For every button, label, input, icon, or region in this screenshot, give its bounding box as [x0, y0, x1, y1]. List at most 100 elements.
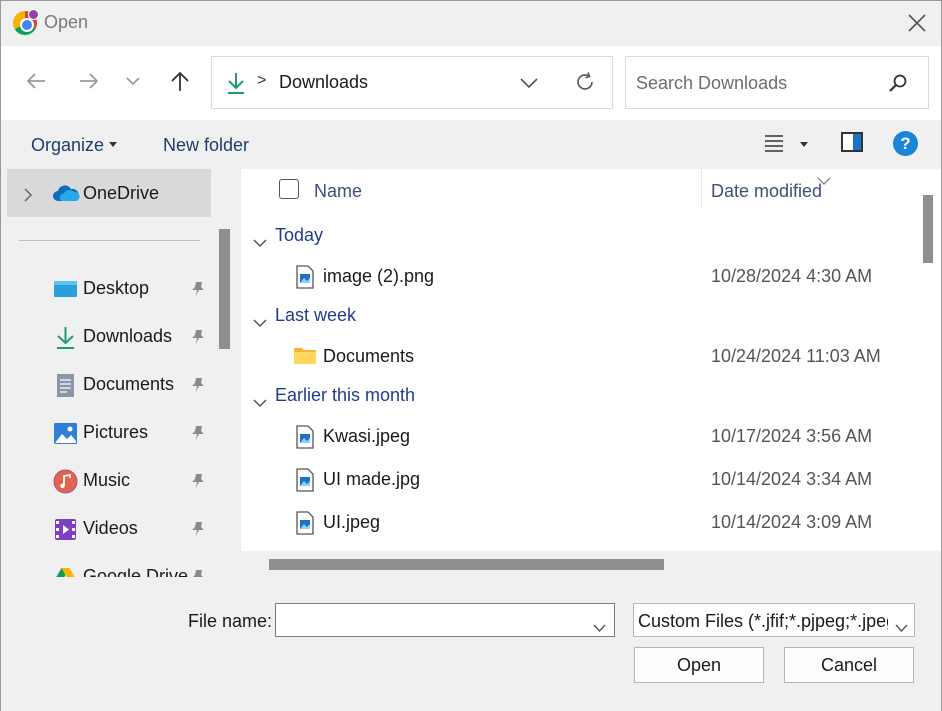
- file-date-modified: 10/28/2024 4:30 AM: [711, 266, 873, 286]
- organize-button[interactable]: Organize: [31, 135, 104, 156]
- sidebar-item-onedrive[interactable]: OneDrive: [7, 169, 211, 217]
- sidebar-item-label: Videos: [83, 518, 138, 538]
- group-header-last-week[interactable]: Last week: [241, 299, 915, 335]
- cancel-button[interactable]: Cancel: [784, 647, 914, 683]
- pin-icon[interactable]: [190, 377, 206, 398]
- search-box[interactable]: [625, 56, 929, 109]
- downloads-icon: [53, 325, 78, 350]
- column-divider[interactable]: [701, 169, 702, 209]
- command-bar: Organize New folder ?: [1, 120, 941, 169]
- chevron-down-icon[interactable]: [520, 73, 538, 94]
- pin-icon[interactable]: [190, 425, 206, 446]
- file-date-modified: 10/14/2024 3:34 AM: [711, 469, 873, 489]
- navigation-bar: > Downloads: [1, 46, 941, 120]
- view-options-caret-icon[interactable]: [800, 142, 808, 147]
- open-button[interactable]: Open: [634, 647, 764, 683]
- search-input[interactable]: [636, 71, 876, 95]
- sidebar-item-label: Music: [83, 470, 131, 490]
- chevron-down-icon[interactable]: [253, 392, 267, 413]
- help-icon[interactable]: ?: [893, 131, 918, 156]
- sidebar-item-documents[interactable]: Documents: [1, 365, 213, 405]
- file-name: Documents: [323, 346, 415, 366]
- list-view-icon[interactable]: [764, 134, 784, 157]
- file-row[interactable]: Kwasi.jpeg 10/17/2024 3:56 AM: [241, 417, 915, 457]
- google-drive-icon: [53, 565, 78, 577]
- recent-locations-chevron-down-icon[interactable]: [120, 68, 146, 94]
- chevron-down-icon[interactable]: [593, 616, 606, 637]
- sidebar-item-google-drive[interactable]: Google Drive: [1, 557, 213, 577]
- group-label: Today: [275, 225, 324, 245]
- close-icon[interactable]: [907, 13, 927, 33]
- file-type-value: Custom Files (*.jfif;*.pjpeg;*.jpeg: [638, 611, 888, 631]
- file-date-modified: 10/17/2024 3:56 AM: [711, 426, 873, 446]
- pin-icon[interactable]: [190, 521, 206, 542]
- file-name: Kwasi.jpeg: [323, 426, 411, 446]
- chevron-right-icon[interactable]: [23, 186, 33, 207]
- sidebar-item-music[interactable]: Music: [1, 461, 213, 501]
- chevron-down-icon[interactable]: [253, 232, 267, 253]
- arrow-left-icon[interactable]: [23, 68, 49, 94]
- music-icon: [53, 469, 78, 494]
- pin-icon[interactable]: [190, 473, 206, 494]
- file-name-combobox[interactable]: [275, 603, 615, 637]
- address-bar[interactable]: > Downloads: [211, 56, 613, 109]
- group-header-today[interactable]: Today: [241, 219, 915, 255]
- image-file-icon: [295, 425, 315, 454]
- group-label: Earlier this month: [275, 385, 416, 405]
- file-type-select[interactable]: Custom Files (*.jfif;*.pjpeg;*.jpeg: [633, 603, 915, 637]
- file-name-input[interactable]: [282, 609, 582, 631]
- file-list: Name Date modified Today image (2).png 1…: [241, 169, 915, 551]
- chevron-down-icon[interactable]: [891, 616, 908, 636]
- file-name: image (2).png: [323, 266, 435, 286]
- documents-icon: [53, 373, 78, 398]
- column-header-name[interactable]: Name: [314, 181, 362, 202]
- sidebar-item-pictures[interactable]: Pictures: [1, 413, 213, 453]
- divider: [19, 240, 200, 241]
- file-list-vertical-scrollbar[interactable]: [915, 169, 941, 551]
- pin-icon[interactable]: [190, 281, 206, 302]
- desktop-icon: [53, 277, 78, 302]
- sidebar-item-label: Pictures: [83, 422, 149, 442]
- file-name-label: File name:: [188, 611, 273, 631]
- pictures-icon: [53, 421, 78, 446]
- downloads-icon: [226, 71, 246, 100]
- file-date-modified: 10/14/2024 3:09 AM: [711, 512, 873, 532]
- breadcrumb-separator: >: [257, 72, 267, 89]
- select-all-checkbox[interactable]: [279, 179, 299, 199]
- sidebar-item-label: Documents: [83, 374, 175, 394]
- sidebar-item-desktop[interactable]: Desktop: [1, 269, 213, 309]
- group-header-earlier-this-month[interactable]: Earlier this month: [241, 379, 915, 415]
- chevron-down-icon[interactable]: [253, 312, 267, 333]
- file-row[interactable]: UI made.jpg 10/14/2024 3:34 AM: [241, 460, 915, 500]
- sidebar-item-videos[interactable]: Videos: [1, 509, 213, 549]
- image-file-icon: [295, 511, 315, 540]
- refresh-icon[interactable]: [574, 71, 596, 98]
- column-header-date-modified[interactable]: Date modified: [711, 181, 822, 202]
- sidebar-item-downloads[interactable]: Downloads: [1, 317, 213, 357]
- pin-icon[interactable]: [190, 329, 206, 350]
- arrow-right-icon[interactable]: [76, 68, 102, 94]
- breadcrumb-downloads[interactable]: Downloads: [279, 72, 368, 93]
- title-bar: Open: [1, 1, 941, 46]
- file-list-horizontal-scrollbar[interactable]: [241, 551, 915, 577]
- file-date-modified: 10/24/2024 11:03 AM: [711, 346, 881, 366]
- image-file-icon: [295, 265, 315, 294]
- new-folder-button[interactable]: New folder: [163, 135, 249, 156]
- file-name: UI.jpeg: [323, 512, 381, 532]
- sidebar-item-label: Google Drive: [83, 566, 189, 577]
- sidebar-item-label: OneDrive: [83, 183, 160, 203]
- dialog-footer: File name: Custom Files (*.jfif;*.pjpeg;…: [1, 577, 941, 711]
- videos-icon: [53, 517, 78, 542]
- pin-icon[interactable]: [190, 569, 206, 577]
- scrollbar-thumb[interactable]: [923, 195, 933, 263]
- file-row[interactable]: image (2).png 10/28/2024 4:30 AM: [241, 257, 915, 297]
- arrow-up-icon[interactable]: [167, 68, 193, 94]
- caret-down-icon: [109, 142, 117, 147]
- scrollbar-thumb[interactable]: [269, 559, 664, 570]
- file-row[interactable]: UI.jpeg 10/14/2024 3:09 AM: [241, 503, 915, 543]
- preview-pane-icon[interactable]: [841, 132, 863, 152]
- search-icon[interactable]: [888, 73, 908, 98]
- sidebar-scrollbar[interactable]: [219, 229, 230, 349]
- chrome-profile-icon: [13, 9, 39, 35]
- file-row[interactable]: Documents 10/24/2024 11:03 AM: [241, 337, 915, 377]
